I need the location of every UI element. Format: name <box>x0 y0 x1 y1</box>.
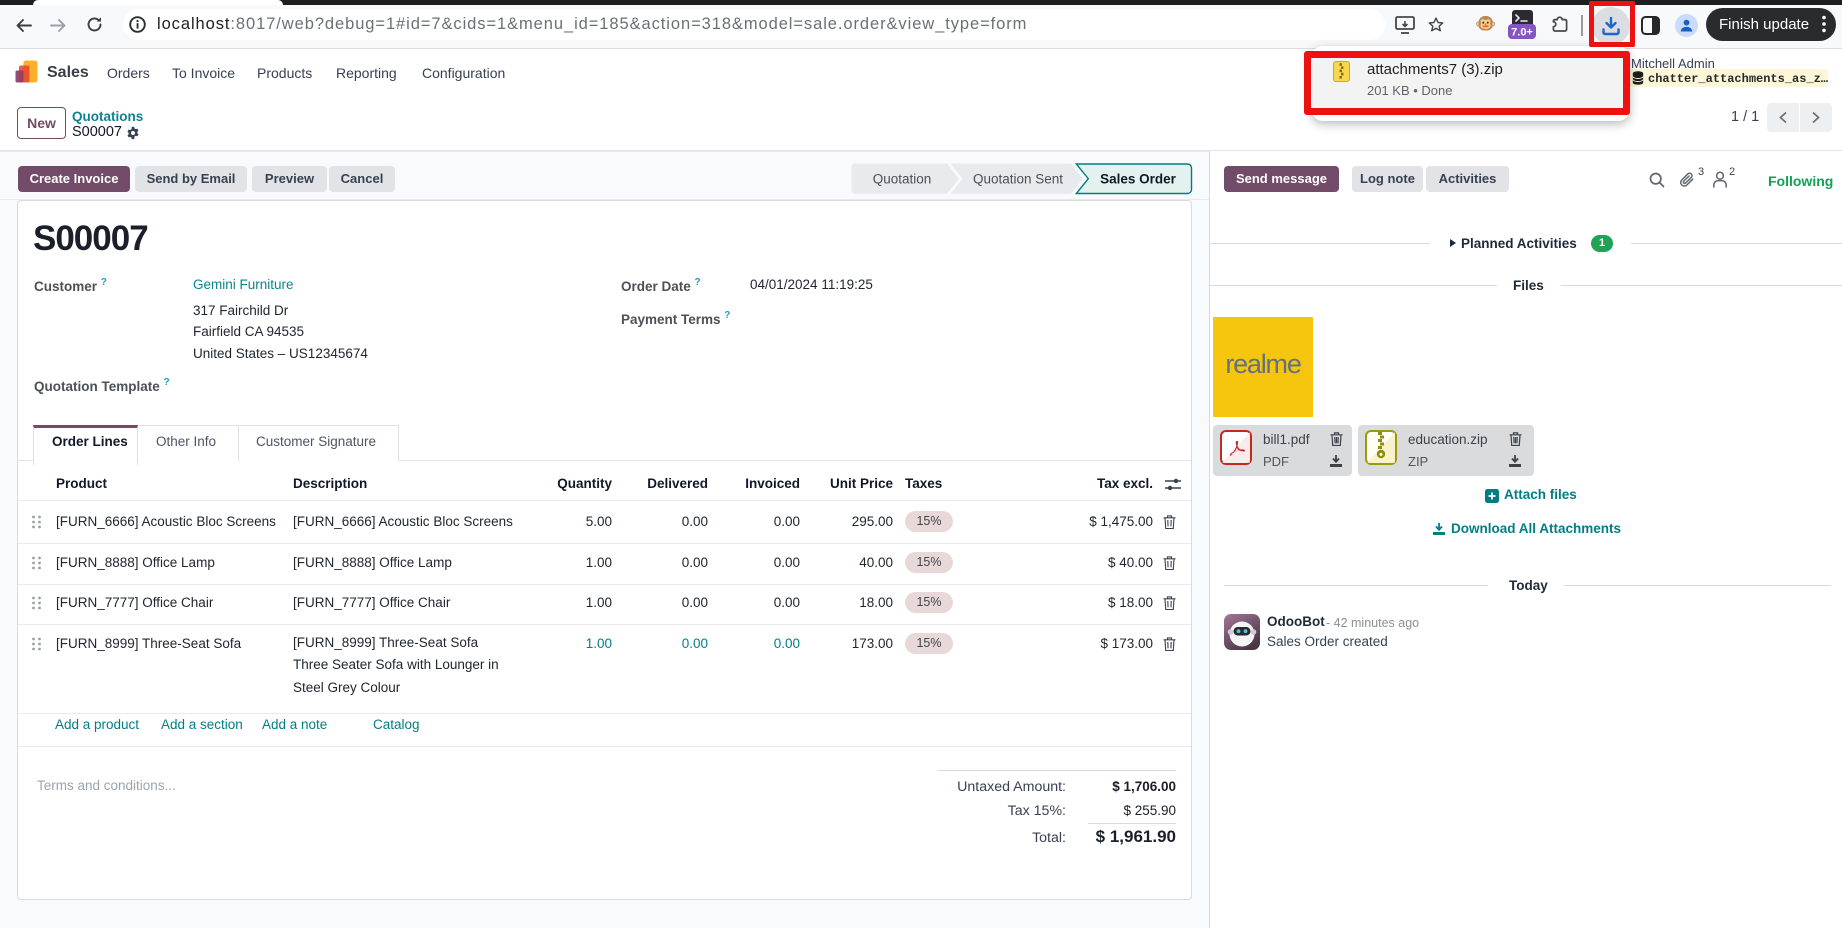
svg-text:7.0+: 7.0+ <box>1511 27 1533 39</box>
svg-text:Sales Order: Sales Order <box>1100 172 1177 187</box>
svg-text:Quotation: Quotation <box>873 172 932 187</box>
svg-text:Quotation Sent: Quotation Sent <box>973 172 1063 187</box>
